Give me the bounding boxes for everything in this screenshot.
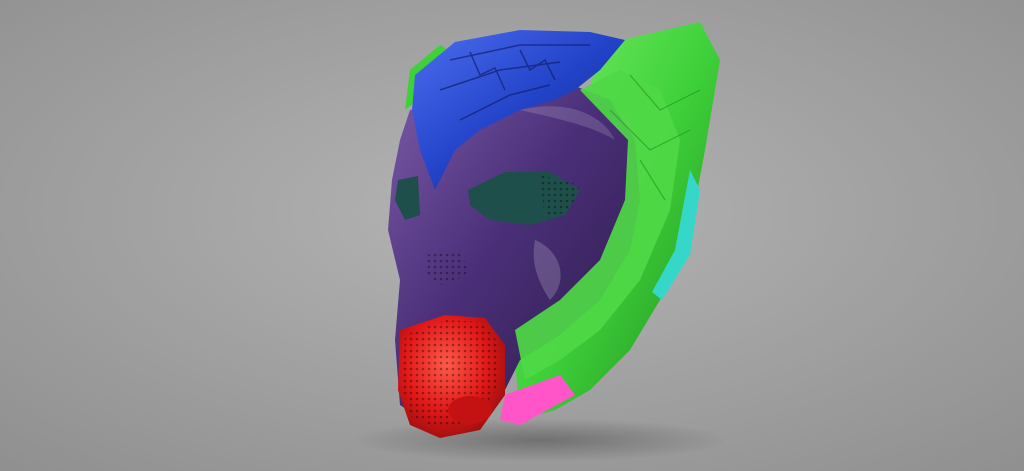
render-viewport: [0, 0, 1024, 471]
helmet-render-svg: [0, 0, 1024, 471]
ground-shadow: [350, 418, 730, 462]
mouth-chin-bump: [448, 396, 492, 424]
